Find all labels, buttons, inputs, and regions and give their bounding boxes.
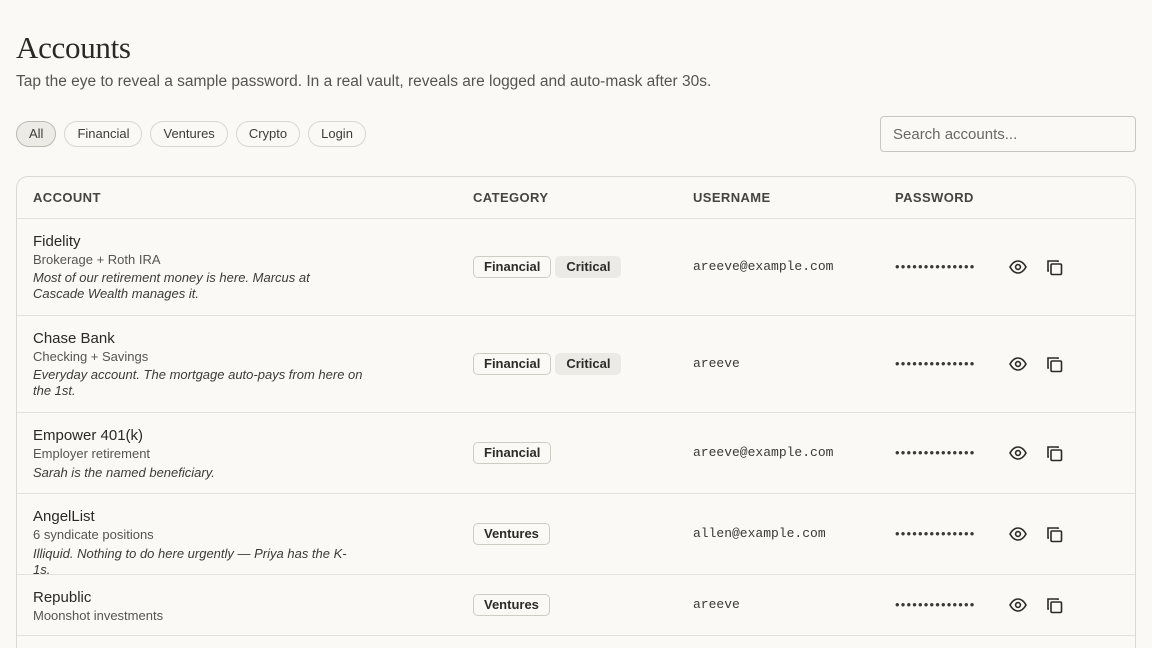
category-badge: Ventures bbox=[473, 523, 550, 545]
column-header-password: PASSWORD bbox=[895, 190, 974, 205]
password-mask: •••••••••••••• bbox=[895, 259, 976, 274]
accounts-page: Accounts Tap the eye to reveal a sample … bbox=[0, 0, 1152, 648]
table-body: Fidelity Brokerage + Roth IRA Most of our … bbox=[17, 219, 1135, 636]
account-subtitle: Moonshot investments bbox=[33, 608, 164, 623]
eye-icon[interactable] bbox=[1006, 352, 1030, 376]
column-header-username: USERNAME bbox=[693, 190, 771, 205]
category-badge: Financial bbox=[473, 256, 552, 278]
username-value: allen@example.com bbox=[693, 526, 826, 541]
account-name: Republic bbox=[33, 589, 92, 606]
category-tags: Financial Critical bbox=[473, 353, 622, 375]
table-row: Chase Bank Checking + Savings Everyday acc… bbox=[17, 316, 1135, 413]
account-note: Everyday account. The mortgage auto-pays… bbox=[33, 367, 363, 398]
accounts-table: ACCOUNT CATEGORY USERNAME PASSWORD Fidel… bbox=[16, 176, 1136, 648]
password-mask: •••••••••••••• bbox=[895, 445, 976, 460]
account-note: Most of our retirement money is here. Ma… bbox=[33, 270, 310, 301]
eye-icon[interactable] bbox=[1006, 441, 1030, 465]
account-subtitle: Brokerage + Roth IRA bbox=[33, 252, 161, 267]
category-tags: Ventures bbox=[473, 594, 550, 616]
copy-icon[interactable] bbox=[1042, 441, 1066, 465]
eye-icon[interactable] bbox=[1006, 593, 1030, 617]
category-badge: Financial bbox=[473, 442, 552, 464]
filter-all[interactable]: All bbox=[16, 121, 57, 147]
table-header: ACCOUNT CATEGORY USERNAME PASSWORD bbox=[17, 177, 1135, 219]
copy-icon[interactable] bbox=[1042, 522, 1066, 546]
copy-icon[interactable] bbox=[1042, 255, 1066, 279]
password-mask: •••••••••••••• bbox=[895, 356, 976, 371]
filter-login[interactable]: Login bbox=[308, 121, 366, 147]
category-tags: Financial Critical bbox=[473, 256, 622, 278]
password-mask: •••••••••••••• bbox=[895, 597, 976, 612]
eye-icon[interactable] bbox=[1006, 522, 1030, 546]
filter-crypto[interactable]: Crypto bbox=[235, 121, 301, 147]
critical-badge: Critical bbox=[555, 353, 622, 375]
category-tags: Ventures bbox=[473, 523, 550, 545]
account-note: Illiquid. Nothing to do here urgently — … bbox=[33, 546, 347, 577]
copy-icon[interactable] bbox=[1042, 593, 1066, 617]
category-badge: Financial bbox=[473, 353, 552, 375]
account-subtitle: Employer retirement bbox=[33, 446, 151, 461]
filter-chips: All Financial Ventures Crypto Login bbox=[16, 121, 366, 147]
username-value: areeve@example.com bbox=[693, 445, 834, 460]
username-value: areeve bbox=[693, 356, 740, 371]
table-row: Republic Moonshot investments Ventures aree… bbox=[17, 575, 1135, 636]
account-name: Empower 401(k) bbox=[33, 427, 144, 444]
account-note: Sarah is the named beneficiary. bbox=[33, 465, 215, 480]
table-row: Fidelity Brokerage + Roth IRA Most of our … bbox=[17, 219, 1135, 316]
column-header-account: ACCOUNT bbox=[33, 190, 101, 205]
search-input[interactable] bbox=[880, 116, 1136, 152]
filter-ventures[interactable]: Ventures bbox=[150, 121, 228, 147]
password-mask: •••••••••••••• bbox=[895, 526, 976, 541]
account-subtitle: Checking + Savings bbox=[33, 349, 149, 364]
filter-financial[interactable]: Financial bbox=[64, 121, 143, 147]
username-value: areeve bbox=[693, 597, 740, 612]
page-title: Accounts bbox=[16, 30, 131, 65]
username-value: areeve@example.com bbox=[693, 259, 834, 274]
account-name: AngelList bbox=[33, 508, 95, 525]
table-row: AngelList 6 syndicate positions Illiquid. … bbox=[17, 494, 1135, 577]
table-row: Empower 401(k) Employer retirement Sarah i… bbox=[17, 413, 1135, 494]
account-subtitle: 6 syndicate positions bbox=[33, 527, 154, 542]
critical-badge: Critical bbox=[555, 256, 622, 278]
page-subtitle: Tap the eye to reveal a sample password.… bbox=[16, 73, 712, 90]
category-badge: Ventures bbox=[473, 594, 550, 616]
category-tags: Financial bbox=[473, 442, 552, 464]
copy-icon[interactable] bbox=[1042, 352, 1066, 376]
column-header-category: CATEGORY bbox=[473, 190, 549, 205]
account-name: Fidelity bbox=[33, 233, 81, 250]
eye-icon[interactable] bbox=[1006, 255, 1030, 279]
account-name: Chase Bank bbox=[33, 330, 115, 347]
